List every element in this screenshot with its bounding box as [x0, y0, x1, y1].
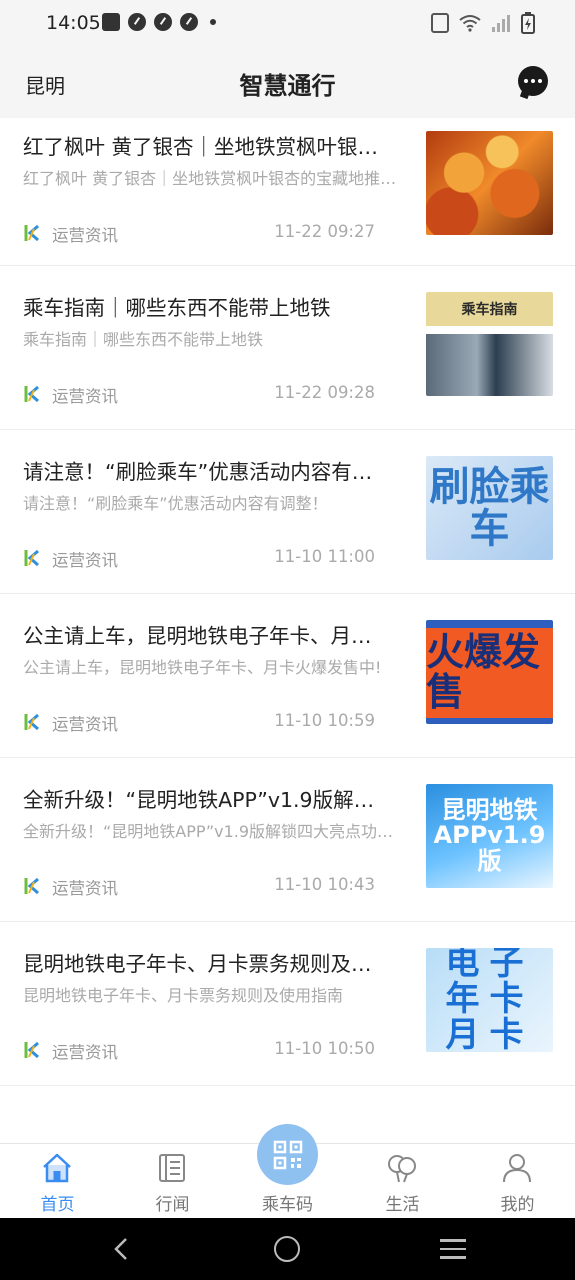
- page-title: 智慧通行: [239, 72, 336, 100]
- metro-logo-icon: [24, 877, 39, 895]
- recent-apps-icon[interactable]: [440, 1239, 466, 1259]
- news-summary: 请注意！“刷脸乘车”优惠活动内容有调整！: [23, 494, 328, 513]
- back-icon[interactable]: [108, 1235, 136, 1263]
- dot: [531, 79, 535, 83]
- news-meta: 运营资讯 11-22 09:27: [23, 221, 375, 245]
- news-item[interactable]: 请注意！“刷脸乘车”优惠活动内容有… 请注意！“刷脸乘车”优惠活动内容有调整！ …: [0, 430, 575, 594]
- thumbnail-caption: 火爆发售: [426, 628, 553, 718]
- news-title: 红了枫叶 黄了银杏｜坐地铁赏枫叶银…: [23, 135, 379, 159]
- news-title: 请注意！“刷脸乘车”优惠活动内容有…: [23, 460, 373, 484]
- metro-logo-icon: [24, 549, 39, 567]
- news-item[interactable]: 红了枫叶 黄了银杏｜坐地铁赏枫叶银… 红了枫叶 黄了银杏｜坐地铁赏枫叶银杏的宝藏…: [0, 118, 575, 266]
- news-item[interactable]: 全新升级！“昆明地铁APP”v1.9版解… 全新升级！“昆明地铁APP”v1.9…: [0, 758, 575, 922]
- ride-code-button[interactable]: [257, 1124, 318, 1185]
- news-time: 11-10 11:00: [274, 547, 375, 566]
- thumbnail-photo: [426, 334, 553, 396]
- tab-label: 首页: [40, 1195, 75, 1215]
- notification-icons: [102, 13, 216, 31]
- compass-icon: [154, 13, 172, 31]
- news-summary: 乘车指南｜哪些东西不能带上地铁: [23, 330, 264, 349]
- vibrate-icon: [431, 13, 449, 33]
- tab-life[interactable]: 生活: [345, 1144, 460, 1219]
- news-time: 11-22 09:28: [274, 383, 375, 402]
- tab-label: 我的: [500, 1195, 535, 1215]
- signal-icon: [491, 14, 511, 32]
- news-source: 运营资讯: [52, 387, 118, 406]
- tab-mine[interactable]: 我的: [460, 1144, 575, 1219]
- tab-ride-code[interactable]: 乘车码: [230, 1124, 345, 1219]
- news-time: 11-10 10:59: [274, 711, 375, 730]
- news-summary: 红了枫叶 黄了银杏｜坐地铁赏枫叶银杏的宝藏地推…: [23, 169, 397, 188]
- metro-logo-icon: [24, 713, 39, 731]
- home-circle-icon[interactable]: [274, 1236, 300, 1262]
- news-source: 运营资讯: [52, 879, 118, 898]
- person-icon: [503, 1154, 531, 1183]
- wifi-icon: [459, 14, 481, 32]
- news-time: 11-10 10:50: [274, 1039, 375, 1058]
- more-notifications-dot-icon: [210, 19, 216, 25]
- news-thumbnail: 火爆发售: [426, 620, 553, 724]
- menu-line: [440, 1247, 466, 1250]
- system-navigation-bar: [0, 1218, 575, 1280]
- menu-line: [440, 1256, 466, 1259]
- news-meta: 运营资讯 11-10 11:00: [23, 546, 375, 570]
- metro-logo-icon: [24, 224, 39, 242]
- news-thumbnail: 乘车指南: [426, 292, 553, 396]
- news-item[interactable]: 公主请上车，昆明地铁电子年卡、月… 公主请上车，昆明地铁电子年卡、月卡火爆发售中…: [0, 594, 575, 758]
- thumbnail-caption: 乘车指南: [426, 292, 553, 326]
- news-source: 运营资讯: [52, 551, 118, 570]
- metro-logo-icon: [24, 1041, 39, 1059]
- message-button[interactable]: [518, 66, 548, 96]
- top-header: 昆明 智慧通行: [0, 48, 575, 118]
- news-thumbnail: 昆明地铁APPv1.9版: [426, 784, 553, 888]
- news-list: 红了枫叶 黄了银杏｜坐地铁赏枫叶银… 红了枫叶 黄了银杏｜坐地铁赏枫叶银杏的宝藏…: [0, 118, 575, 1086]
- news-meta: 运营资讯 11-22 09:28: [23, 382, 375, 406]
- notification-app-icon: [102, 13, 120, 31]
- news-source: 运营资讯: [52, 226, 118, 245]
- menu-line: [440, 1239, 466, 1242]
- home-icon: [43, 1153, 71, 1183]
- news-title: 乘车指南｜哪些东西不能带上地铁: [23, 296, 331, 320]
- tab-label: 生活: [385, 1195, 420, 1215]
- tab-label: 乘车码: [262, 1195, 313, 1215]
- qr-code-icon: [273, 1140, 302, 1169]
- status-time: 14:05: [46, 12, 101, 34]
- news-item[interactable]: 乘车指南｜哪些东西不能带上地铁 乘车指南｜哪些东西不能带上地铁 运营资讯 11-…: [0, 266, 575, 430]
- news-summary: 公主请上车，昆明地铁电子年卡、月卡火爆发售中!: [23, 658, 382, 677]
- news-title: 公主请上车，昆明地铁电子年卡、月…: [23, 624, 372, 648]
- status-bar: 14:05: [0, 0, 575, 48]
- battery-charging-icon: [521, 12, 535, 34]
- news-icon: [159, 1154, 185, 1182]
- bottom-tab-bar: 首页 行闻 乘车码 生活 我的: [0, 1124, 575, 1219]
- news-time: 11-10 10:43: [274, 875, 375, 894]
- news-thumbnail: 刷脸乘车: [426, 456, 553, 560]
- news-thumbnail: 电子年卡月卡: [426, 948, 553, 1052]
- compass-icon: [128, 13, 146, 31]
- system-status-icons: [431, 12, 535, 34]
- compass-icon: [180, 13, 198, 31]
- news-title: 全新升级！“昆明地铁APP”v1.9版解…: [23, 788, 375, 812]
- news-summary: 昆明地铁电子年卡、月卡票务规则及使用指南: [23, 986, 344, 1005]
- news-item[interactable]: 昆明地铁电子年卡、月卡票务规则及… 昆明地铁电子年卡、月卡票务规则及使用指南 运…: [0, 922, 575, 1086]
- news-meta: 运营资讯 11-10 10:50: [23, 1038, 375, 1062]
- tab-home[interactable]: 首页: [0, 1144, 115, 1219]
- dot: [538, 79, 542, 83]
- balloon-icon: [388, 1155, 416, 1183]
- news-source: 运营资讯: [52, 1043, 118, 1062]
- tab-label: 行闻: [155, 1195, 190, 1215]
- news-time: 11-22 09:27: [274, 222, 375, 241]
- news-thumbnail: [426, 131, 553, 235]
- tab-news[interactable]: 行闻: [115, 1144, 230, 1219]
- news-meta: 运营资讯 11-10 10:43: [23, 874, 375, 898]
- news-source: 运营资讯: [52, 715, 118, 734]
- news-summary: 全新升级！“昆明地铁APP”v1.9版解锁四大亮点功…: [23, 822, 394, 841]
- metro-logo-icon: [24, 385, 39, 403]
- news-meta: 运营资讯 11-10 10:59: [23, 710, 375, 734]
- dot: [524, 79, 528, 83]
- news-title: 昆明地铁电子年卡、月卡票务规则及…: [23, 952, 372, 976]
